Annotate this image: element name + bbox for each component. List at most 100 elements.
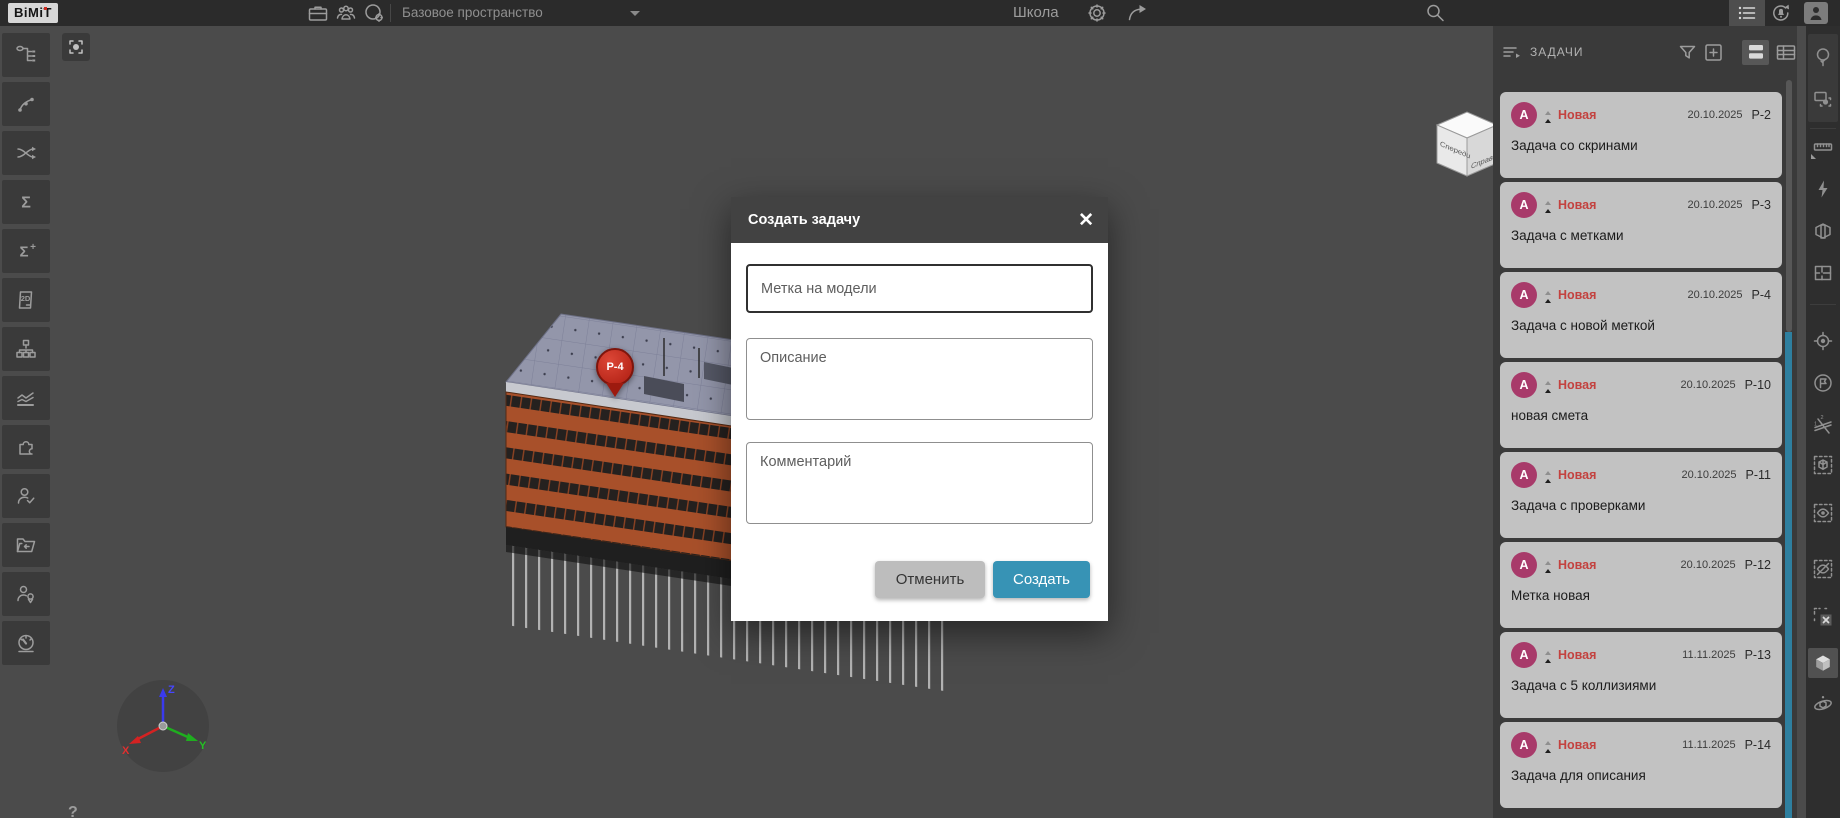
- hide-eye-button[interactable]: [1808, 554, 1838, 584]
- view-cards-button[interactable]: [1742, 40, 1769, 65]
- orbit-icon: [1812, 694, 1834, 716]
- add-task-icon[interactable]: [1702, 41, 1726, 65]
- axis-z-label: Z: [168, 684, 175, 696]
- task-card[interactable]: A Новая 20.10.2025 P-12 Метка новая: [1500, 542, 1782, 628]
- task-card-meta: A Новая 11.11.2025 P-14: [1511, 732, 1771, 758]
- folder-import-button[interactable]: [2, 523, 50, 567]
- task-title: Задача со скринами: [1511, 138, 1771, 153]
- task-id: P-11: [1746, 468, 1771, 482]
- caret-down-icon[interactable]: [630, 11, 640, 21]
- share-icon[interactable]: [1125, 1, 1149, 25]
- section-box-button[interactable]: [1808, 216, 1838, 246]
- scrollbar-thumb[interactable]: [1785, 332, 1792, 818]
- view-table-icon[interactable]: [1774, 41, 1798, 65]
- task-card[interactable]: A Новая 20.10.2025 P-10 новая смета: [1500, 362, 1782, 448]
- task-card-meta: A Новая 20.10.2025 P-2: [1511, 102, 1771, 128]
- user-location-button[interactable]: [2, 572, 50, 616]
- org-chart-button[interactable]: [2, 327, 50, 371]
- filter-icon[interactable]: [1676, 41, 1700, 65]
- flash-button[interactable]: [1808, 174, 1838, 204]
- floorplan-button[interactable]: [1808, 258, 1838, 288]
- create-button[interactable]: Создать: [993, 561, 1090, 598]
- flag-button[interactable]: [1808, 368, 1838, 398]
- user-check-button[interactable]: [2, 474, 50, 518]
- gauge-button[interactable]: [2, 621, 50, 665]
- tree-button[interactable]: [1808, 42, 1838, 72]
- sort-icon[interactable]: [1501, 41, 1525, 65]
- panel-list-button[interactable]: [1729, 0, 1765, 26]
- account-protection-icon[interactable]: [362, 1, 386, 25]
- ruler-button[interactable]: [1808, 132, 1838, 162]
- isolate-cube-button[interactable]: [1808, 450, 1838, 480]
- locate-button[interactable]: [1808, 326, 1838, 356]
- status-badge: Новая: [1558, 738, 1596, 752]
- status-badge: Новая: [1558, 288, 1596, 302]
- settings-gear-icon[interactable]: [1085, 1, 1109, 25]
- orbit-button[interactable]: [1808, 690, 1838, 720]
- model-tree-button[interactable]: [2, 33, 50, 77]
- workspace-selector[interactable]: Базовое пространство: [402, 0, 543, 26]
- task-card[interactable]: A Новая 20.10.2025 P-4 Задача с новой ме…: [1500, 272, 1782, 358]
- show-eye-button[interactable]: [1808, 498, 1838, 528]
- assignee-avatar: A: [1511, 282, 1537, 308]
- search-icon[interactable]: [1423, 1, 1447, 25]
- task-label-input[interactable]: [746, 264, 1093, 313]
- measure-points-button[interactable]: [2, 82, 50, 126]
- app-logo[interactable]: BiMiT: [8, 3, 58, 23]
- task-card[interactable]: A Новая 11.11.2025 P-13 Задача с 5 колли…: [1500, 632, 1782, 718]
- task-description-input[interactable]: [746, 338, 1093, 420]
- task-title: новая смета: [1511, 408, 1771, 423]
- folder-import-icon: [14, 533, 38, 557]
- task-card[interactable]: A Новая 20.10.2025 P-3 Задача с метками: [1500, 182, 1782, 268]
- task-card[interactable]: A Новая 11.11.2025 P-14 Задача для описа…: [1500, 722, 1782, 808]
- charts-button[interactable]: [2, 376, 50, 420]
- task-comment-input[interactable]: [746, 442, 1093, 524]
- right-toolbar-separator: [1810, 128, 1836, 129]
- status-badge: Новая: [1558, 468, 1596, 482]
- svg-text:Σ: Σ: [21, 195, 31, 212]
- focus-selection-button[interactable]: [62, 33, 90, 61]
- cancel-button[interactable]: Отменить: [875, 561, 985, 598]
- assignee-avatar: A: [1511, 732, 1537, 758]
- clash-button[interactable]: [2, 131, 50, 175]
- task-card-meta: A Новая 20.10.2025 P-3: [1511, 192, 1771, 218]
- select-objects-button[interactable]: [1808, 84, 1838, 114]
- axis-gizmo[interactable]: Z X Y: [116, 679, 210, 773]
- priority-icon: [1545, 378, 1551, 393]
- modal-title: Создать задачу: [748, 212, 1078, 228]
- org-chart-icon: [14, 337, 38, 361]
- plugins-button[interactable]: [2, 425, 50, 469]
- axis-y-label: Y: [199, 740, 207, 752]
- task-date: 20.10.2025: [1681, 469, 1736, 481]
- scrollbar-track[interactable]: [1786, 80, 1792, 332]
- model-pin[interactable]: P-4: [596, 348, 634, 400]
- help-button[interactable]: ?: [68, 804, 78, 818]
- projects-icon[interactable]: [306, 1, 330, 25]
- task-title: Метка новая: [1511, 588, 1771, 603]
- svg-text:2: 2: [1821, 415, 1824, 421]
- priority-icon: [1545, 288, 1551, 303]
- task-card-meta: A Новая 20.10.2025 P-10: [1511, 372, 1771, 398]
- section-box-icon: [1812, 220, 1834, 242]
- assignee-avatar: A: [1511, 462, 1537, 488]
- task-card[interactable]: A Новая 20.10.2025 P-2 Задача со скринам…: [1500, 92, 1782, 178]
- task-card[interactable]: A Новая 20.10.2025 P-11 Задача с проверк…: [1500, 452, 1782, 538]
- tasks-panel: ЗАДАЧИ A Новая 20.10.2025 P-2: [1493, 26, 1797, 818]
- solid-cube-button[interactable]: [1808, 648, 1838, 678]
- charts-icon: [14, 386, 38, 410]
- task-id: P-13: [1745, 648, 1771, 662]
- user-avatar-icon[interactable]: [1804, 2, 1828, 24]
- notifications-icon[interactable]: [1769, 1, 1793, 25]
- sum-icon: Σ: [14, 190, 38, 214]
- clear-selection-button[interactable]: [1808, 602, 1838, 632]
- grid-axes-button[interactable]: 12: [1808, 410, 1838, 440]
- team-icon[interactable]: [334, 1, 358, 25]
- doc-2d-button[interactable]: 2D: [2, 278, 50, 322]
- modal-actions: Отменить Создать: [875, 561, 1090, 598]
- right-toolbar-separator: [1810, 304, 1836, 305]
- close-icon[interactable]: ✕: [1078, 211, 1094, 230]
- sum-button[interactable]: Σ: [2, 180, 50, 224]
- topbar-separator: [390, 4, 391, 22]
- status-badge: Новая: [1558, 648, 1596, 662]
- sum-add-button[interactable]: Σ+: [2, 229, 50, 273]
